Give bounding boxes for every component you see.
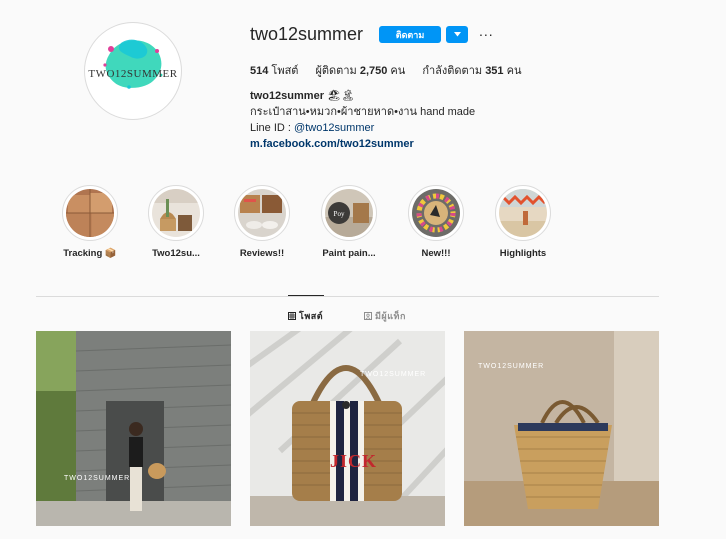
suggested-accounts-button[interactable]: [446, 26, 468, 43]
post-watermark: TWO12SUMMER: [64, 475, 131, 482]
highlight-reviews[interactable]: Reviews!!: [227, 185, 297, 259]
stat-posts[interactable]: 514 โพสต์: [250, 61, 298, 79]
avatar-splash-graphic: [103, 39, 163, 89]
stat-followers[interactable]: ผู้ติดตาม 2,750 คน: [315, 61, 405, 79]
profile-avatar[interactable]: TWO12SUMMER: [84, 22, 182, 120]
bio-description: กระเป๋าสาน•หมวก•ผ้าชายหาด•งาน hand made: [250, 106, 476, 118]
profile-stats: 514 โพสต์ ผู้ติดตาม 2,750 คน กำลังติดตาม…: [250, 61, 539, 79]
highlight-label: Tracking 📦: [63, 248, 117, 259]
highlight-image-bags: [152, 189, 200, 237]
bio-name: two12summer: [250, 90, 324, 102]
followers-count: 2,750: [359, 65, 388, 77]
post-watermark: TWO12SUMMER: [360, 371, 427, 378]
bio-line-prefix: Line ID :: [250, 122, 295, 134]
following-label: กำลังติดตาม: [422, 65, 483, 77]
posts-label: โพสต์: [271, 65, 299, 77]
highlight-image-paint: Poy: [325, 189, 373, 237]
bio-website-link[interactable]: m.facebook.com/two12summer: [250, 136, 475, 152]
highlight-ring: [408, 185, 464, 241]
bio-name-emoji: 🏖🏝: [327, 90, 355, 102]
profile-bio: two12summer 🏖🏝 กระเป๋าสาน•หมวก•ผ้าชายหาด…: [250, 88, 475, 152]
followers-label: ผู้ติดตาม: [315, 65, 357, 77]
following-unit: คน: [506, 65, 522, 77]
stat-following[interactable]: กำลังติดตาม 351 คน: [422, 61, 521, 79]
highlight-ring: [234, 185, 290, 241]
post-image-tote-bag: [464, 331, 659, 526]
grid-icon: [288, 312, 296, 320]
highlight-ring: [148, 185, 204, 241]
post-thumbnail[interactable]: TWO12SUMMER JICK: [250, 331, 445, 526]
tab-posts[interactable]: โพสต์: [288, 309, 323, 323]
tab-posts-label: โพสต์: [299, 311, 324, 321]
highlight-image-reviews: [238, 189, 286, 237]
post-watermark: TWO12SUMMER: [478, 363, 545, 370]
following-count: 351: [485, 65, 504, 77]
bag-embroidery-text: JICK: [330, 451, 378, 471]
active-tab-indicator: [288, 295, 324, 296]
tab-tagged-label: มีผู้แท็ก: [375, 311, 406, 321]
highlight-label: Paint pain...: [322, 248, 376, 259]
highlight-two12summer[interactable]: Two12su...: [141, 185, 211, 259]
post-thumbnail[interactable]: TWO12SUMMER: [464, 331, 659, 526]
post-thumbnail[interactable]: TWO12SUMMER: [36, 331, 231, 526]
post-image-stone-wall: [36, 331, 231, 526]
highlight-highlights[interactable]: Highlights: [488, 185, 558, 259]
highlight-label: Highlights: [499, 248, 547, 259]
highlight-ring: [62, 185, 118, 241]
highlight-paint[interactable]: Poy Paint pain...: [314, 185, 384, 259]
chevron-down-icon: [453, 32, 461, 37]
post-image-jick-bag: [250, 331, 445, 526]
followers-unit: คน: [390, 65, 406, 77]
svg-text:Poy: Poy: [334, 210, 345, 218]
tagged-person-icon: [364, 312, 372, 320]
highlight-label: New!!!: [421, 248, 451, 259]
bio-line-handle-link[interactable]: @two12summer: [294, 122, 374, 134]
highlight-label: Two12su...: [152, 248, 200, 259]
highlight-image-boxes: [66, 189, 114, 237]
avatar-brand-text: TWO12SUMMER: [88, 68, 178, 80]
posts-count: 514: [250, 65, 269, 77]
tabs-divider: [36, 296, 659, 297]
more-options-icon[interactable]: ...: [479, 24, 493, 41]
highlight-new[interactable]: New!!!: [401, 185, 471, 259]
highlight-image-beach: [499, 189, 547, 237]
tab-tagged[interactable]: มีผู้แท็ก: [364, 309, 406, 323]
highlight-label: Reviews!!: [239, 248, 285, 259]
highlight-image-new: [412, 189, 460, 237]
profile-username: two12summer: [250, 24, 364, 44]
highlight-ring: [495, 185, 551, 241]
highlight-ring: Poy: [321, 185, 377, 241]
follow-button[interactable]: ติดตาม: [379, 26, 441, 43]
highlight-tracking[interactable]: Tracking 📦: [55, 185, 125, 259]
